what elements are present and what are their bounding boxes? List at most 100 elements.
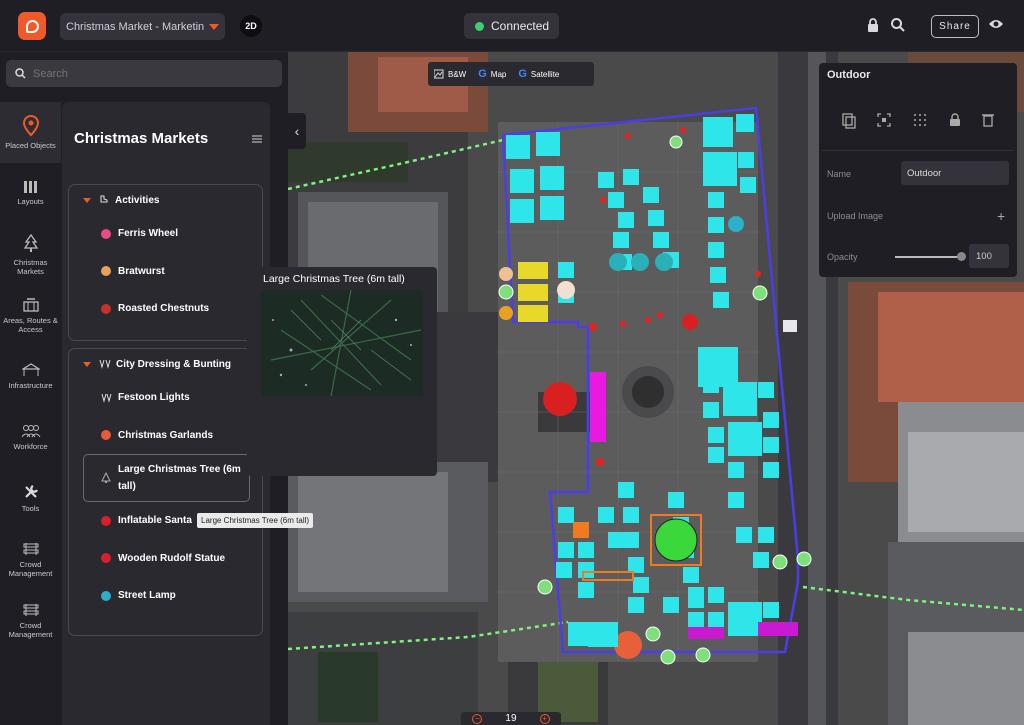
caret-down-icon [83,361,91,367]
preview-image [261,290,423,396]
group-activities: Activities Ferris Wheel Bratwurst Roaste… [68,184,263,341]
tent-icon [21,363,40,376]
caret-down-icon [83,197,91,203]
item-label: Street Lamp [118,590,176,602]
zoom-in-button[interactable]: + [539,713,550,724]
map-layer-toggle: B&W G Map G Satellite [428,62,594,86]
layer-map-label: Map [490,69,507,79]
project-select[interactable]: Christmas Market - Marketin [60,13,225,40]
sidebar-item-infrastructure[interactable]: Infrastructure [0,346,61,407]
sidebar-item-label: Crowd Management [8,559,53,578]
layer-satellite-button[interactable]: G Satellite [512,62,565,86]
item-label: Wooden Rudolf Statue [118,552,226,564]
list-item-large-christmas-tree[interactable]: Large Christmas Tree (6m tall) [83,454,250,502]
item-label: Large Christmas Tree (6m tall) [118,464,241,492]
project-name: Christmas Market - Marketin [66,20,205,33]
list-item-wooden-rudolf-statue[interactable]: Wooden Rudolf Statue [69,540,262,578]
group-header[interactable]: Activities [69,185,262,215]
layer-bw-button[interactable]: B&W [428,62,472,86]
category-title: Christmas Markets [74,130,209,147]
connection-status: Connected [464,13,559,39]
list-item-festoon-lights[interactable]: Festoon Lights [69,379,262,417]
list-item-christmas-garlands[interactable]: Christmas Garlands [69,417,262,455]
tooltip: Large Christmas Tree (6m tall) [197,513,314,528]
item-label: Christmas Garlands [118,429,214,441]
preview-title: Large Christmas Tree (6m tall) [263,273,405,285]
opacity-slider[interactable] [895,252,966,261]
duplicate-icon[interactable] [842,113,856,129]
chestnuts-icon [101,303,111,314]
properties-toolbar [819,113,1017,129]
gate-icon [22,297,39,312]
layer-map-button[interactable]: G Map [472,62,512,86]
name-label: Name [827,169,852,179]
app-logo[interactable] [18,12,46,40]
zoom-out-button[interactable]: − [472,713,483,724]
sidebar-item-label: Placed Objects [5,141,56,150]
sidebar-item-workforce[interactable]: Workforce [0,407,61,468]
list-item-ferris-wheel[interactable]: Ferris Wheel [69,215,262,253]
search-bar[interactable] [6,60,282,87]
bratwurst-icon [101,266,111,277]
list-item-bratwurst[interactable]: Bratwurst [69,253,262,291]
google-icon: G [478,68,487,80]
barrier-icon [23,603,38,616]
search-icon[interactable] [890,17,906,33]
google-icon: G [518,68,527,80]
properties-title: Outdoor [827,69,871,81]
focus-icon[interactable] [877,113,892,127]
item-label: Inflatable Santa [118,515,192,527]
sidebar-item-label: Workforce [13,442,48,451]
reindeer-icon [101,553,111,564]
ferris-wheel-icon [101,228,111,239]
item-label: Roasted Chestnuts [118,303,210,315]
sidebar-item-label: Infrastructure [8,381,53,390]
properties-panel: Outdoor Name Outdoor Upload Image + Opac… [819,63,1017,277]
zoom-control: − 19 + [461,712,561,725]
add-image-button[interactable]: + [997,208,1005,224]
eye-icon[interactable] [988,18,1004,30]
item-label: Bratwurst [118,265,165,277]
sidebar-item-layouts[interactable]: Layouts [0,163,61,224]
trash-icon[interactable] [982,113,995,127]
festoon-lights-icon [101,393,112,403]
layer-bw-label: B&W [448,69,467,79]
barrier-icon [23,542,38,555]
lock-icon[interactable] [949,113,961,127]
collapse-panel-button[interactable]: ‹ [288,113,306,149]
boot-icon [100,195,108,203]
sidebar-item-christmas-markets[interactable]: Christmas Markets [0,224,61,285]
left-panel: Placed Objects Layouts Christmas Markets… [0,52,288,725]
group-header[interactable]: City Dressing & Bunting [69,349,262,379]
opacity-label: Opacity [827,252,858,262]
group-title: Activities [115,194,160,206]
list-item-street-lamp[interactable]: Street Lamp [69,577,262,615]
chevron-left-icon: ‹ [294,123,300,139]
sidebar-item-label: Crowd Management [8,620,53,639]
share-button[interactable]: Share [931,15,979,38]
sidebar-item-label: Layouts [17,197,44,206]
sidebar-item-placed-objects[interactable]: Placed Objects [0,102,61,163]
opacity-value-field[interactable]: 100 [969,244,1009,268]
lock-icon[interactable] [866,17,880,33]
sidebar-item-label: Tools [21,504,40,513]
wrench-icon [24,485,38,498]
sidebar-item-crowd-management[interactable]: Crowd Management [0,529,61,590]
sidebar-item-label: Areas, Routes & Access [3,315,58,334]
layer-satellite-label: Satellite [530,69,560,79]
search-input[interactable] [33,67,233,80]
grid-dots-icon[interactable] [913,113,927,127]
zoom-level: 19 [505,713,517,724]
sidebar-item-crowd-management-2[interactable]: Crowd Management [0,590,61,651]
view-mode-button[interactable]: 2D [240,15,262,37]
slider-handle[interactable] [957,252,966,261]
christmas-tree-icon [101,472,111,483]
sidebar-item-tools[interactable]: Tools [0,468,61,529]
sidebar-item-areas-routes-access[interactable]: Areas, Routes & Access [0,285,61,346]
santa-icon [101,515,111,526]
list-view-icon[interactable] [252,135,262,143]
list-item-roasted-chestnuts[interactable]: Roasted Chestnuts [69,290,262,328]
category-panel: Christmas Markets Activities Ferris Whee… [62,102,270,725]
location-pin-icon [22,115,39,137]
name-field[interactable]: Outdoor [901,161,1009,185]
